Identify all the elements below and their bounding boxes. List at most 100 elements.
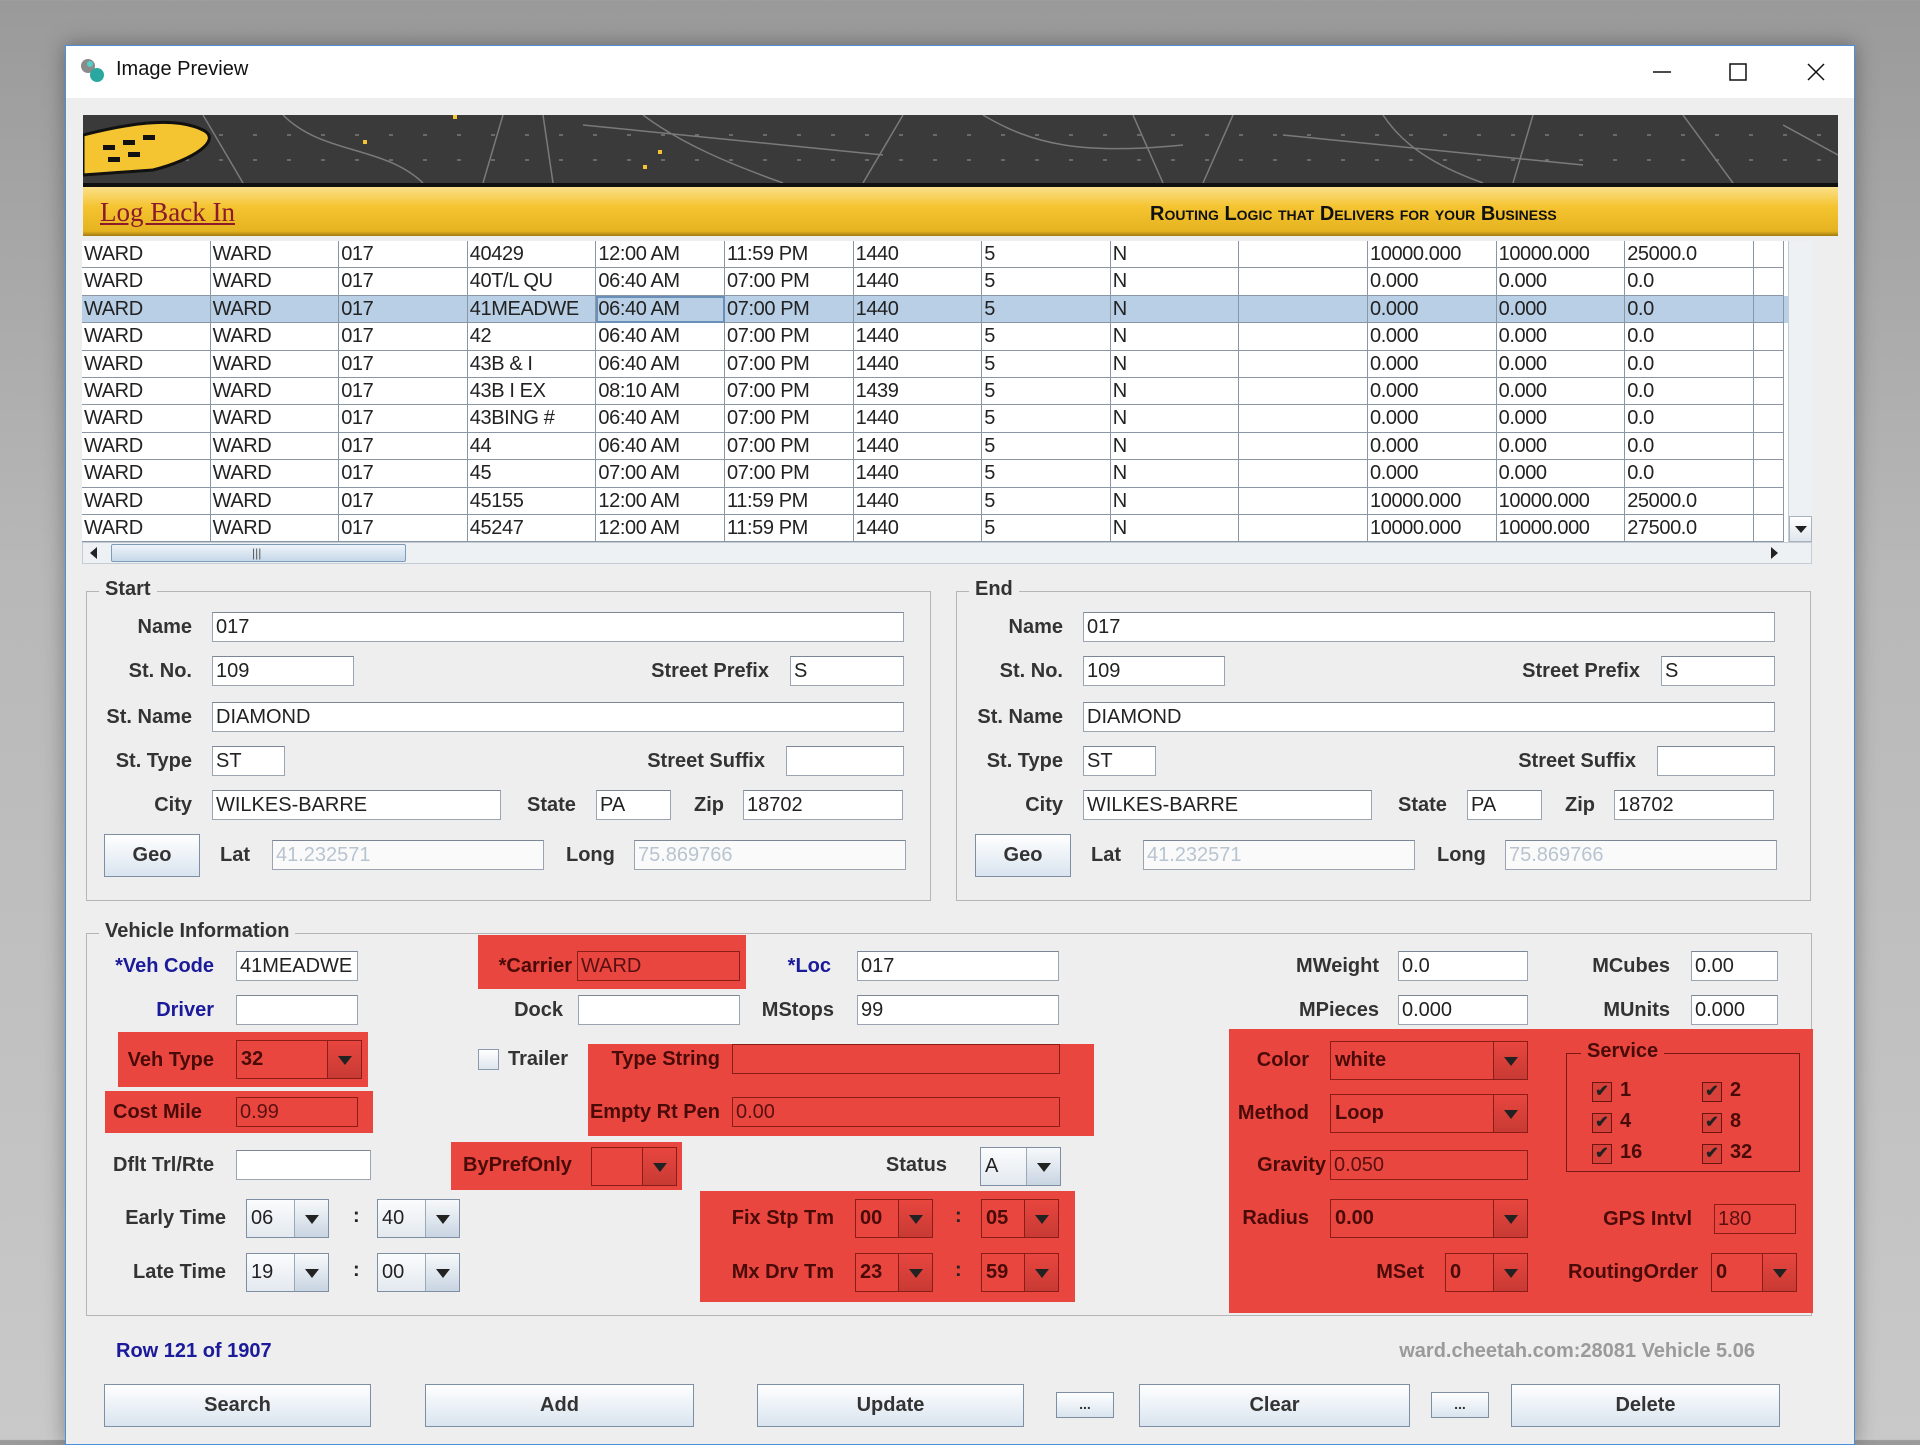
service-checkbox[interactable]: ✔ — [1702, 1113, 1722, 1133]
table-cell[interactable]: N — [1110, 460, 1240, 488]
table-cell[interactable]: 12:00 AM — [596, 515, 725, 542]
table-cell[interactable]: WARD — [82, 295, 211, 324]
table-cell[interactable]: 07:00 AM — [596, 460, 725, 488]
mset-combo[interactable]: 0 — [1445, 1253, 1528, 1292]
table-cell[interactable]: 017 — [339, 268, 468, 296]
mcubes-input[interactable]: 0.00 — [1691, 951, 1778, 981]
chevron-down-icon[interactable] — [1493, 1254, 1527, 1291]
update-button[interactable]: Update — [757, 1384, 1024, 1427]
vehicle-table[interactable]: WARD WARD 017 40429 12:00 AM 11:59 PM 1440 5 N 10… — [82, 241, 1788, 542]
delete-button[interactable]: Delete — [1511, 1384, 1780, 1427]
clear-button[interactable]: Clear — [1139, 1384, 1410, 1427]
chevron-down-icon[interactable] — [1493, 1095, 1527, 1132]
service-checkbox[interactable]: ✔ — [1702, 1144, 1722, 1164]
table-row[interactable]: WARD WARD 017 42 06:40 AM 07:00 PM 1440 5 N 0.000… — [82, 323, 1788, 351]
table-cell[interactable] — [1753, 323, 1784, 351]
table-cell[interactable]: 07:00 PM — [725, 378, 854, 406]
end-suffix-input[interactable] — [1657, 746, 1775, 776]
table-cell[interactable] — [1239, 378, 1368, 406]
table-cell[interactable]: 5 — [982, 378, 1111, 406]
table-cell[interactable]: 25000.0 — [1625, 241, 1754, 269]
table-cell[interactable] — [1753, 350, 1784, 378]
table-cell[interactable]: WARD — [210, 295, 340, 324]
table-cell[interactable]: 5 — [982, 460, 1111, 488]
table-cell[interactable]: 45 — [467, 460, 597, 488]
table-cell[interactable] — [1753, 487, 1784, 515]
table-cell[interactable]: 07:00 PM — [725, 460, 854, 488]
table-row[interactable]: WARD WARD 017 44 06:40 AM 07:00 PM 1440 5 N 0.000… — [82, 432, 1788, 461]
driver-input[interactable] — [236, 995, 358, 1025]
table-cell[interactable]: 06:40 AM — [596, 323, 725, 351]
table-cell[interactable]: WARD — [210, 350, 340, 378]
maximize-icon[interactable] — [1726, 60, 1750, 84]
scroll-left-icon[interactable] — [87, 545, 101, 561]
table-cell[interactable]: 017 — [339, 378, 468, 406]
table-cell[interactable]: 45155 — [467, 487, 597, 515]
table-cell[interactable]: 0.000 — [1368, 323, 1497, 351]
chevron-down-icon[interactable] — [1762, 1254, 1796, 1291]
end-lat-input[interactable]: 41.232571 — [1143, 840, 1415, 870]
table-cell[interactable]: 25000.0 — [1625, 487, 1754, 515]
table-cell[interactable] — [1239, 268, 1368, 296]
table-cell[interactable]: WARD — [210, 378, 340, 406]
table-cell[interactable]: WARD — [210, 487, 340, 515]
start-stno-input[interactable]: 109 — [212, 656, 354, 686]
table-cell[interactable]: 0.0 — [1625, 268, 1754, 296]
gps-intvl-input[interactable]: 180 — [1714, 1204, 1796, 1234]
carrier-input[interactable]: WARD — [577, 951, 740, 981]
table-cell[interactable]: 11:59 PM — [725, 241, 854, 269]
table-cell[interactable] — [1239, 460, 1368, 488]
table-cell[interactable]: 017 — [339, 432, 468, 461]
table-cell[interactable]: 1440 — [853, 460, 983, 488]
vertical-scrollbar[interactable] — [1788, 241, 1812, 542]
table-cell[interactable]: WARD — [82, 350, 211, 378]
end-geo-button[interactable]: Geo — [975, 834, 1071, 877]
scroll-thumb[interactable]: ||| — [111, 544, 406, 562]
table-cell[interactable]: 12:00 AM — [596, 241, 725, 269]
table-cell[interactable] — [1753, 432, 1784, 461]
table-cell[interactable]: 1440 — [853, 323, 983, 351]
table-cell[interactable]: 10000.000 — [1368, 241, 1497, 269]
table-cell[interactable]: 017 — [339, 515, 468, 542]
table-cell[interactable]: WARD — [210, 405, 340, 433]
table-cell[interactable]: N — [1110, 487, 1240, 515]
table-cell[interactable]: N — [1110, 323, 1240, 351]
start-sttype-input[interactable]: ST — [212, 746, 285, 776]
table-cell[interactable]: WARD — [82, 487, 211, 515]
table-cell[interactable]: 06:40 AM — [596, 350, 725, 378]
table-cell[interactable]: 1440 — [853, 295, 983, 324]
table-cell[interactable]: 10000.000 — [1368, 515, 1497, 542]
add-button[interactable]: Add — [425, 1384, 694, 1427]
table-cell[interactable]: 1440 — [853, 432, 983, 461]
table-cell[interactable]: N — [1110, 432, 1240, 461]
table-cell[interactable] — [1753, 295, 1784, 324]
table-cell[interactable]: 0.000 — [1496, 268, 1626, 296]
table-cell[interactable]: 0.000 — [1368, 268, 1497, 296]
chevron-down-icon[interactable] — [1024, 1200, 1058, 1237]
table-cell[interactable]: 07:00 PM — [725, 323, 854, 351]
scroll-down-button[interactable] — [1789, 516, 1812, 542]
table-cell[interactable]: 43B I EX — [467, 378, 597, 406]
table-cell[interactable]: 017 — [339, 295, 468, 324]
status-combo[interactable]: A — [980, 1147, 1061, 1186]
end-name-input[interactable]: 017 — [1083, 612, 1775, 642]
table-cell[interactable]: WARD — [210, 460, 340, 488]
chevron-down-icon[interactable] — [642, 1148, 676, 1185]
table-cell[interactable]: 40429 — [467, 241, 597, 269]
table-cell[interactable]: WARD — [82, 460, 211, 488]
dock-input[interactable] — [578, 995, 740, 1025]
table-cell[interactable]: 0.000 — [1368, 432, 1497, 461]
table-row[interactable]: WARD WARD 017 43BING #06:40 AM 07:00 PM 1440 5… — [82, 405, 1788, 433]
table-cell[interactable]: 12:00 AM — [596, 487, 725, 515]
table-cell[interactable]: 07:00 PM — [725, 405, 854, 433]
table-cell[interactable] — [1753, 515, 1784, 542]
table-cell[interactable]: 06:40 AM — [596, 432, 725, 461]
start-name-input[interactable]: 017 — [212, 612, 904, 642]
mweight-input[interactable]: 0.0 — [1398, 951, 1528, 981]
table-cell[interactable]: 0.000 — [1368, 378, 1497, 406]
end-long-input[interactable]: 75.869766 — [1505, 840, 1777, 870]
color-combo[interactable]: white — [1330, 1041, 1528, 1080]
fix-minute-combo[interactable]: 05 — [981, 1199, 1059, 1238]
mxdrv-minute-combo[interactable]: 59 — [981, 1253, 1059, 1292]
table-cell[interactable]: 10000.000 — [1496, 515, 1626, 542]
